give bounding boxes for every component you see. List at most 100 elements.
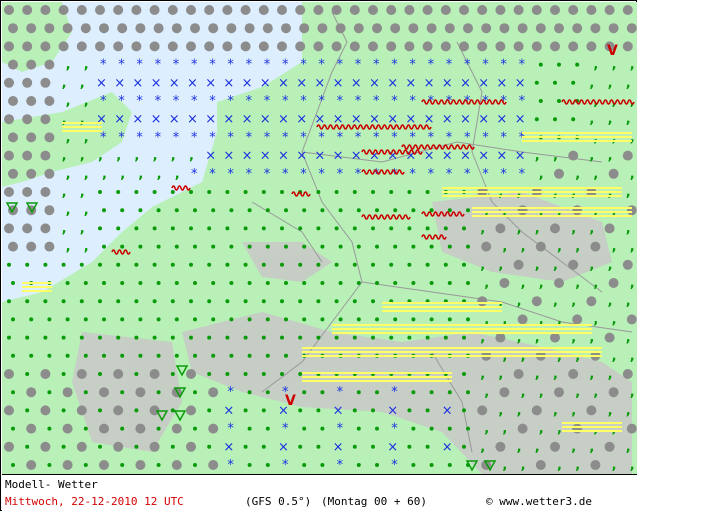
cloud-cover-circle [626,23,637,34]
rain-dot [352,190,357,194]
cloud-cover-circle [186,369,196,379]
cloud-cover-circle [167,41,178,52]
snow-asterisk: * [300,167,307,182]
drizzle-comma: , [171,149,176,164]
snow-asterisk: * [318,130,325,145]
rain-dot [174,353,179,358]
cloud-cover-circle [44,96,55,106]
rain-dot [389,226,394,231]
rain-dot [425,408,430,413]
rain-dot [407,190,412,194]
cloud-cover-circle [40,223,51,234]
cloud-cover-circle [40,150,51,161]
snow-asterisk: * [337,94,344,109]
rain-dot [156,317,161,322]
drizzle-comma: , [630,58,635,73]
snow-asterisk: * [264,167,271,182]
cloud-cover-circle [4,150,14,161]
cloud-cover-circle [26,96,37,106]
map-valid-time: Mittwoch, 22-12-2010 12 UTC [5,495,184,508]
rain-dot [316,262,321,267]
rain-dot [371,262,375,267]
snow-cross: × [223,403,234,418]
rain-dot [338,244,343,249]
snow-asterisk: * [191,130,198,145]
rain-dot [425,444,430,449]
rain-dot [193,426,197,431]
cloud-cover-circle [622,150,633,161]
rain-dot [102,244,106,249]
cloud-cover-circle [444,23,455,34]
cloud-cover-circle [167,5,178,15]
cloud-cover-circle [222,41,233,52]
snow-asterisk: * [227,385,234,400]
fog-lines [472,207,632,209]
cloud-cover-circle [99,387,109,398]
rain-dot [447,281,452,285]
cloud-cover-circle [459,5,469,15]
rain-dot [174,208,179,213]
snow-asterisk: * [227,94,234,109]
rain-dot [265,317,270,322]
rain-dot [320,281,325,285]
cloud-cover-circle [426,23,437,34]
cloud-cover-circle [295,5,306,15]
cloud-cover-circle [386,5,397,15]
cloud-cover-circle [262,23,273,34]
fog-lines [302,351,602,353]
snow-cross: × [223,440,234,455]
snow-asterisk: * [246,94,253,109]
rain-dot [134,335,139,340]
drizzle-comma: , [571,294,576,309]
cloud-cover-circle [517,23,528,34]
cloud-cover-circle [568,5,579,15]
rain-dot [302,317,307,322]
cloud-cover-circle [535,23,546,34]
snow-cross: × [242,76,253,91]
cloud-cover-circle [477,296,488,307]
rain-dot [98,372,102,376]
fog-lines [62,122,102,124]
snow-asterisk: * [337,458,344,473]
cloud-cover-circle [477,405,488,416]
cloud-cover-circle [440,5,451,15]
rain-dot [156,281,161,285]
cloud-cover-circle [22,114,33,125]
drizzle-comma: , [484,385,489,400]
snow-cross: × [151,76,162,91]
snow-cross: × [169,76,180,91]
cloud-cover-circle [608,387,619,398]
rain-dot [280,262,284,267]
rain-dot [134,444,139,449]
snow-cross: × [496,112,507,127]
rain-dot [134,190,139,194]
fog-lines [562,430,622,432]
rain-dot [189,262,193,267]
drizzle-comma: , [608,367,613,382]
rain-dot [247,208,252,213]
snow-asterisk: * [155,58,162,73]
rain-dot [407,408,412,413]
rain-dot [265,426,270,431]
rain-dot [429,244,434,249]
cloud-cover-circle [495,223,506,234]
rain-dot [466,426,470,431]
drizzle-comma: , [80,149,85,164]
rain-dot [447,244,452,249]
snow-asterisk: * [191,94,198,109]
snow-asterisk: * [373,94,380,109]
cloud-cover-circle [572,423,583,434]
rain-dot [83,426,88,431]
drizzle-comma: , [175,167,180,182]
rain-dot [553,80,557,85]
snow-cross: × [223,149,234,164]
rain-dot [152,190,157,194]
cloud-cover-circle [277,41,287,52]
rain-dot [211,281,216,285]
drizzle-comma: , [630,240,635,255]
snow-cross: × [478,76,489,91]
cloud-cover-circle [626,314,637,325]
cloud-cover-circle [531,5,542,15]
rain-dot [393,244,398,249]
drizzle-comma: , [539,276,544,291]
